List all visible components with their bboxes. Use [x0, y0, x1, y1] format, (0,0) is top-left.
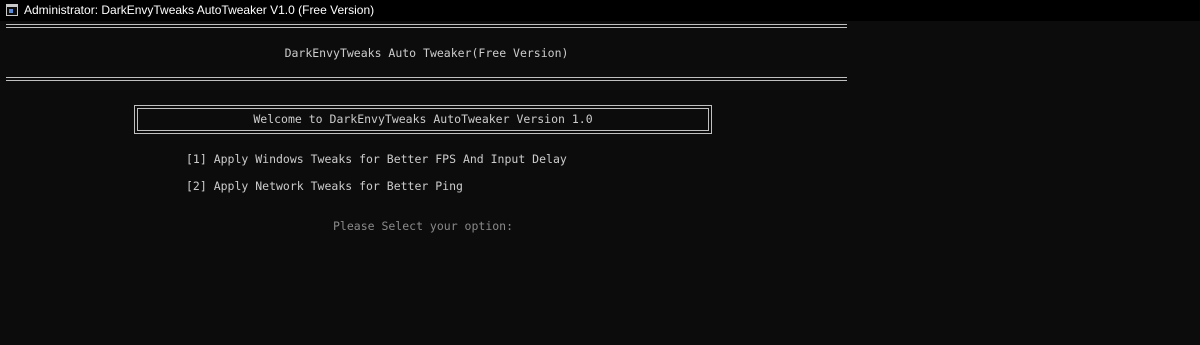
window-title: Administrator: DarkEnvyTweaks AutoTweake…: [24, 3, 375, 17]
console-window: Administrator: DarkEnvyTweaks AutoTweake…: [0, 0, 1200, 345]
menu-option-windows-tweaks: [1] Apply Windows Tweaks for Better FPS …: [186, 152, 567, 166]
welcome-banner: Welcome to DarkEnvyTweaks AutoTweaker Ve…: [134, 105, 712, 134]
menu-option-network-tweaks: [2] Apply Network Tweaks for Better Ping: [186, 179, 463, 193]
console-output[interactable]: DarkEnvyTweaks Auto Tweaker(Free Version…: [0, 21, 1200, 345]
option-prompt[interactable]: Please Select your option:: [333, 218, 513, 234]
header-bottom-divider: [6, 77, 847, 81]
console-window-icon: [6, 4, 18, 16]
title-bar[interactable]: Administrator: DarkEnvyTweaks AutoTweake…: [0, 0, 1200, 21]
console-header: DarkEnvyTweaks Auto Tweaker(Free Version…: [284, 46, 569, 60]
header-top-divider: [6, 24, 847, 28]
welcome-text: Welcome to DarkEnvyTweaks AutoTweaker Ve…: [137, 108, 709, 131]
